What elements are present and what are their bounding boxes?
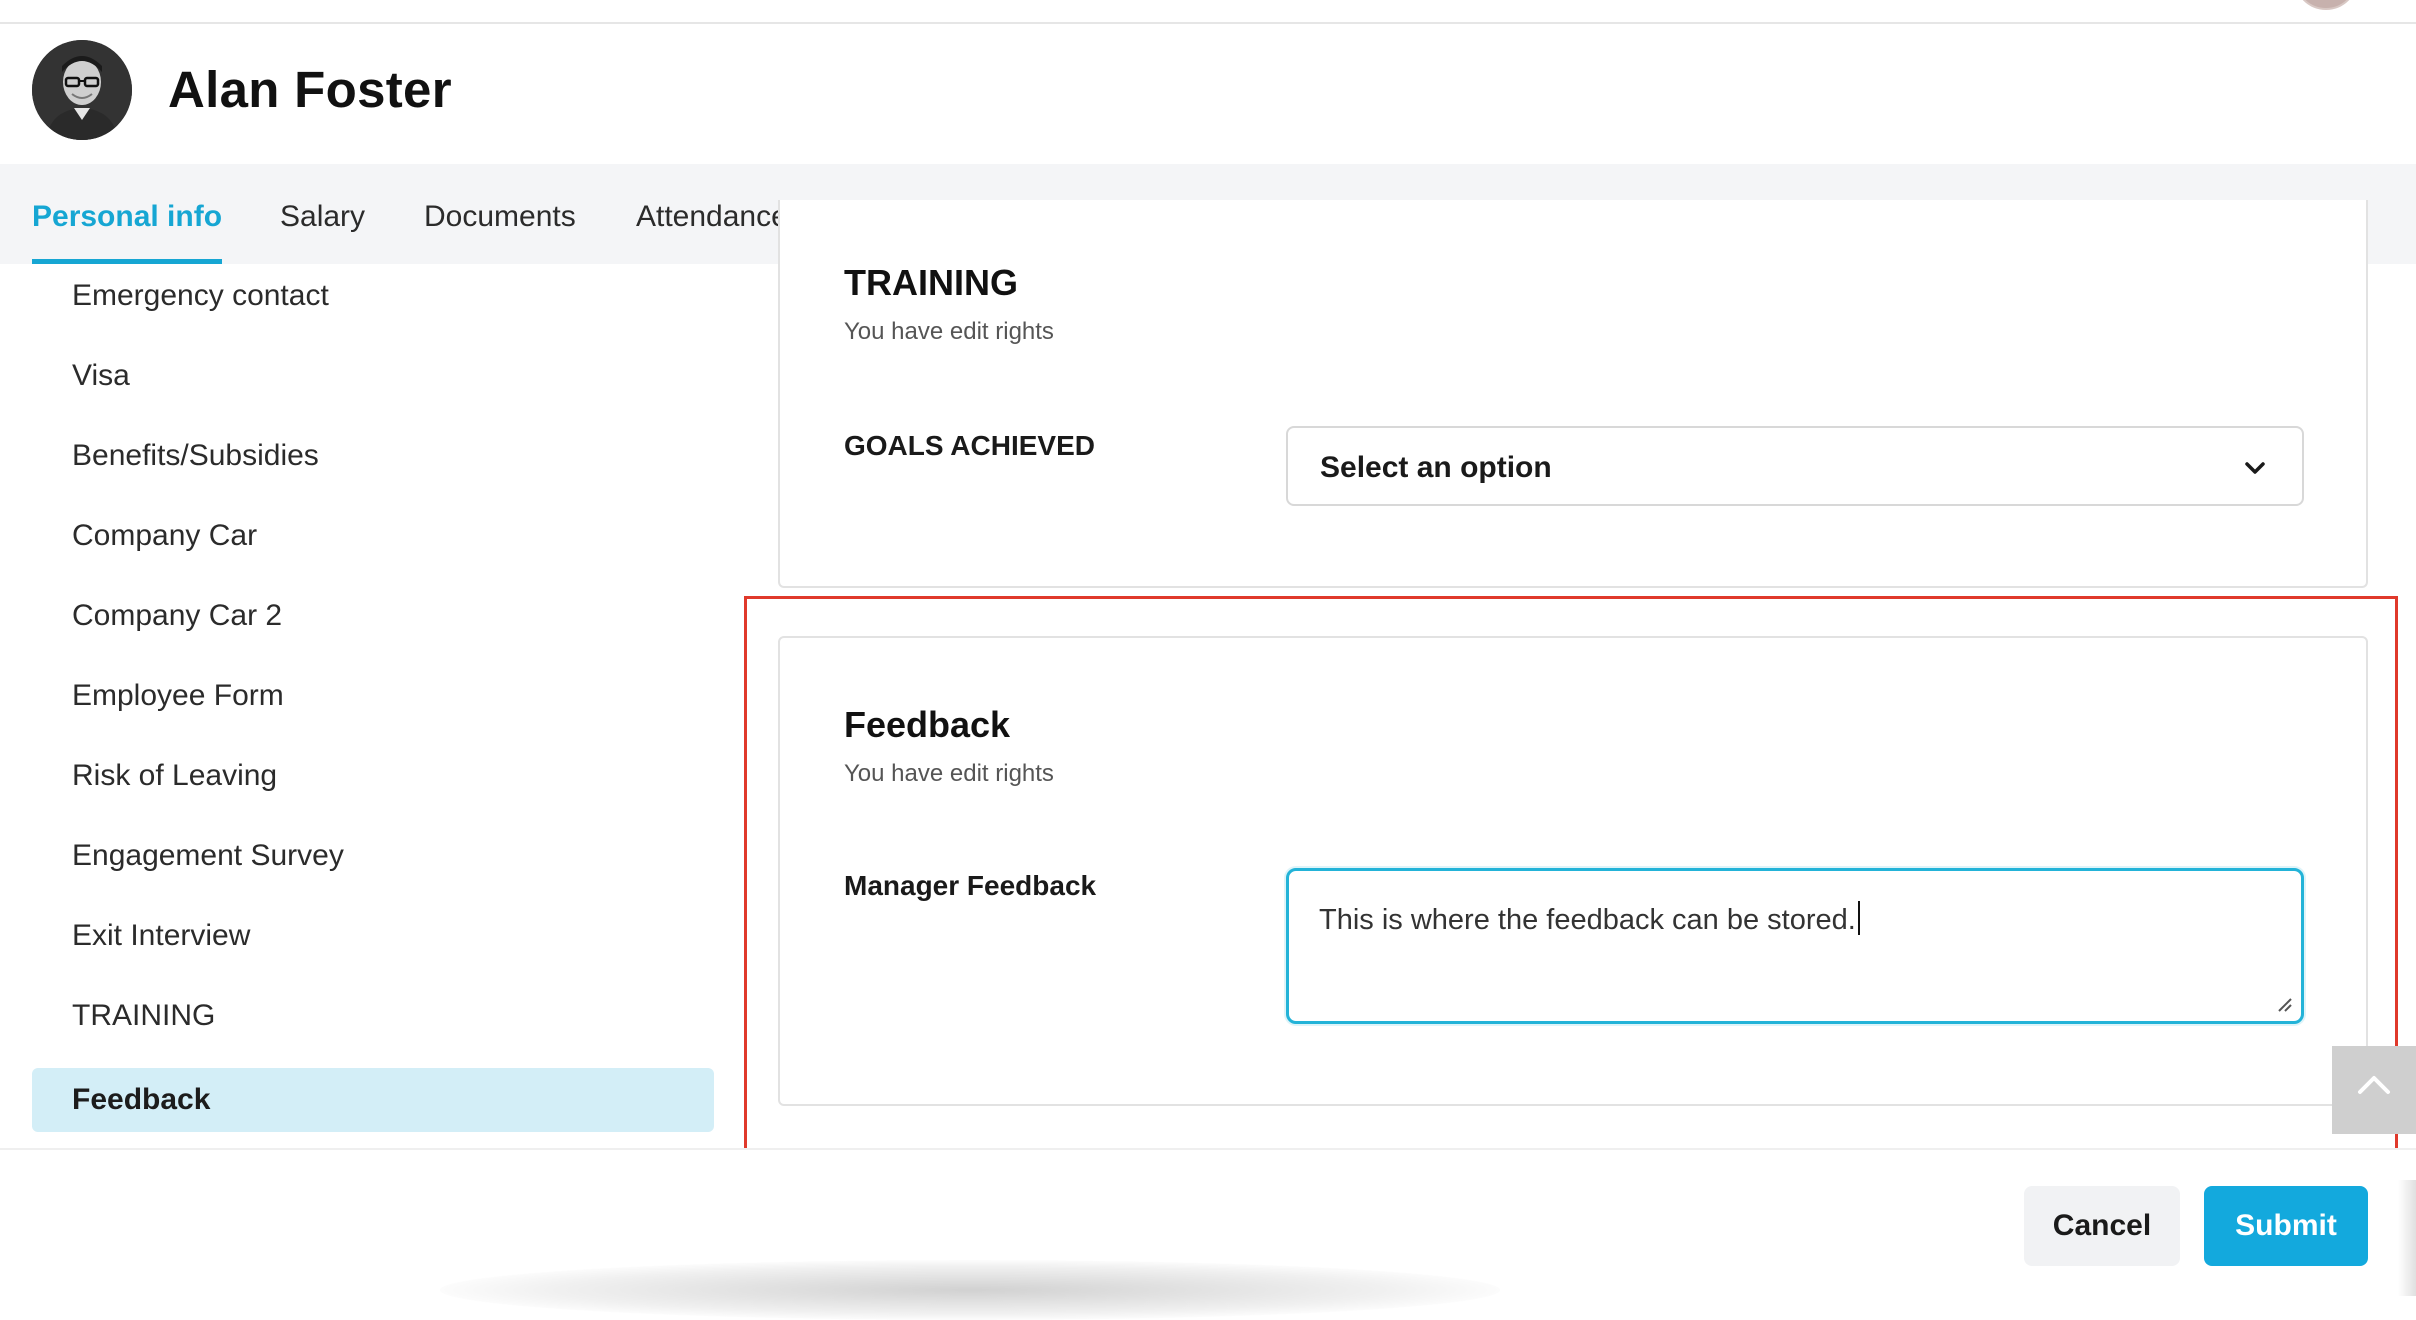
tab-salary[interactable]: Salary [280,164,365,264]
goals-achieved-select[interactable]: Select an option [1286,426,2304,506]
scroll-to-top-button[interactable] [2332,1046,2416,1134]
tab-personal-info[interactable]: Personal info [32,164,223,264]
sidebar-item-visa[interactable]: Visa [32,344,714,408]
goals-achieved-label: GOALS ACHIEVED [844,430,1095,461]
cancel-button[interactable]: Cancel [2024,1186,2180,1266]
training-card: TRAINING You have edit rights GOALS ACHI… [778,200,2368,588]
sidebar-item-employee-form[interactable]: Employee Form [32,664,714,728]
tab-documents[interactable]: Documents [424,164,576,264]
submit-button[interactable]: Submit [2204,1186,2368,1266]
profile-photo [32,40,132,140]
person-icon [32,40,132,140]
manager-feedback-textarea[interactable]: This is where the feedback can be stored… [1286,868,2304,1024]
feedback-edit-rights: You have edit rights [844,760,1054,787]
form-footer: Cancel Submit [0,1148,2416,1320]
feedback-title: Feedback [844,704,1011,745]
feedback-card: Feedback You have edit rights Manager Fe… [778,636,2368,1106]
footer-shadow [440,1260,1500,1320]
manager-feedback-label: Manager Feedback [844,870,1097,901]
sidebar-item-benefits[interactable]: Benefits/Subsidies [32,424,714,488]
sidebar-item-company-car[interactable]: Company Car [32,504,714,568]
sidebar-item-company-car-2[interactable]: Company Car 2 [32,584,714,648]
training-title: TRAINING [844,262,1018,303]
top-divider [0,0,2416,24]
chevron-down-icon [2245,462,2265,474]
tab-attendance[interactable]: Attendance [636,164,788,264]
sidebar-item-engagement-survey[interactable]: Engagement Survey [32,824,714,888]
chevron-up-icon [2358,1076,2390,1094]
text-caret [1857,901,1860,935]
window-edge [2398,1180,2416,1296]
sidebar-item-exit-interview[interactable]: Exit Interview [32,904,714,968]
profile-header: Alan Foster [0,24,2416,164]
sidebar-item-risk-of-leaving[interactable]: Risk of Leaving [32,744,714,808]
training-edit-rights: You have edit rights [844,318,1054,345]
manager-feedback-text: This is where the feedback can be stored… [1319,904,1856,936]
sidebar-item-feedback[interactable]: Feedback [32,1068,714,1132]
resize-handle-icon[interactable] [2275,995,2293,1013]
goals-achieved-value: Select an option [1320,451,1552,484]
employee-name: Alan Foster [168,61,452,118]
sidebar-item-training[interactable]: TRAINING [32,984,714,1048]
section-sidebar: Emergency contact Visa Benefits/Subsidie… [0,264,740,1148]
sidebar-item-emergency-contact[interactable]: Emergency contact [32,264,714,328]
